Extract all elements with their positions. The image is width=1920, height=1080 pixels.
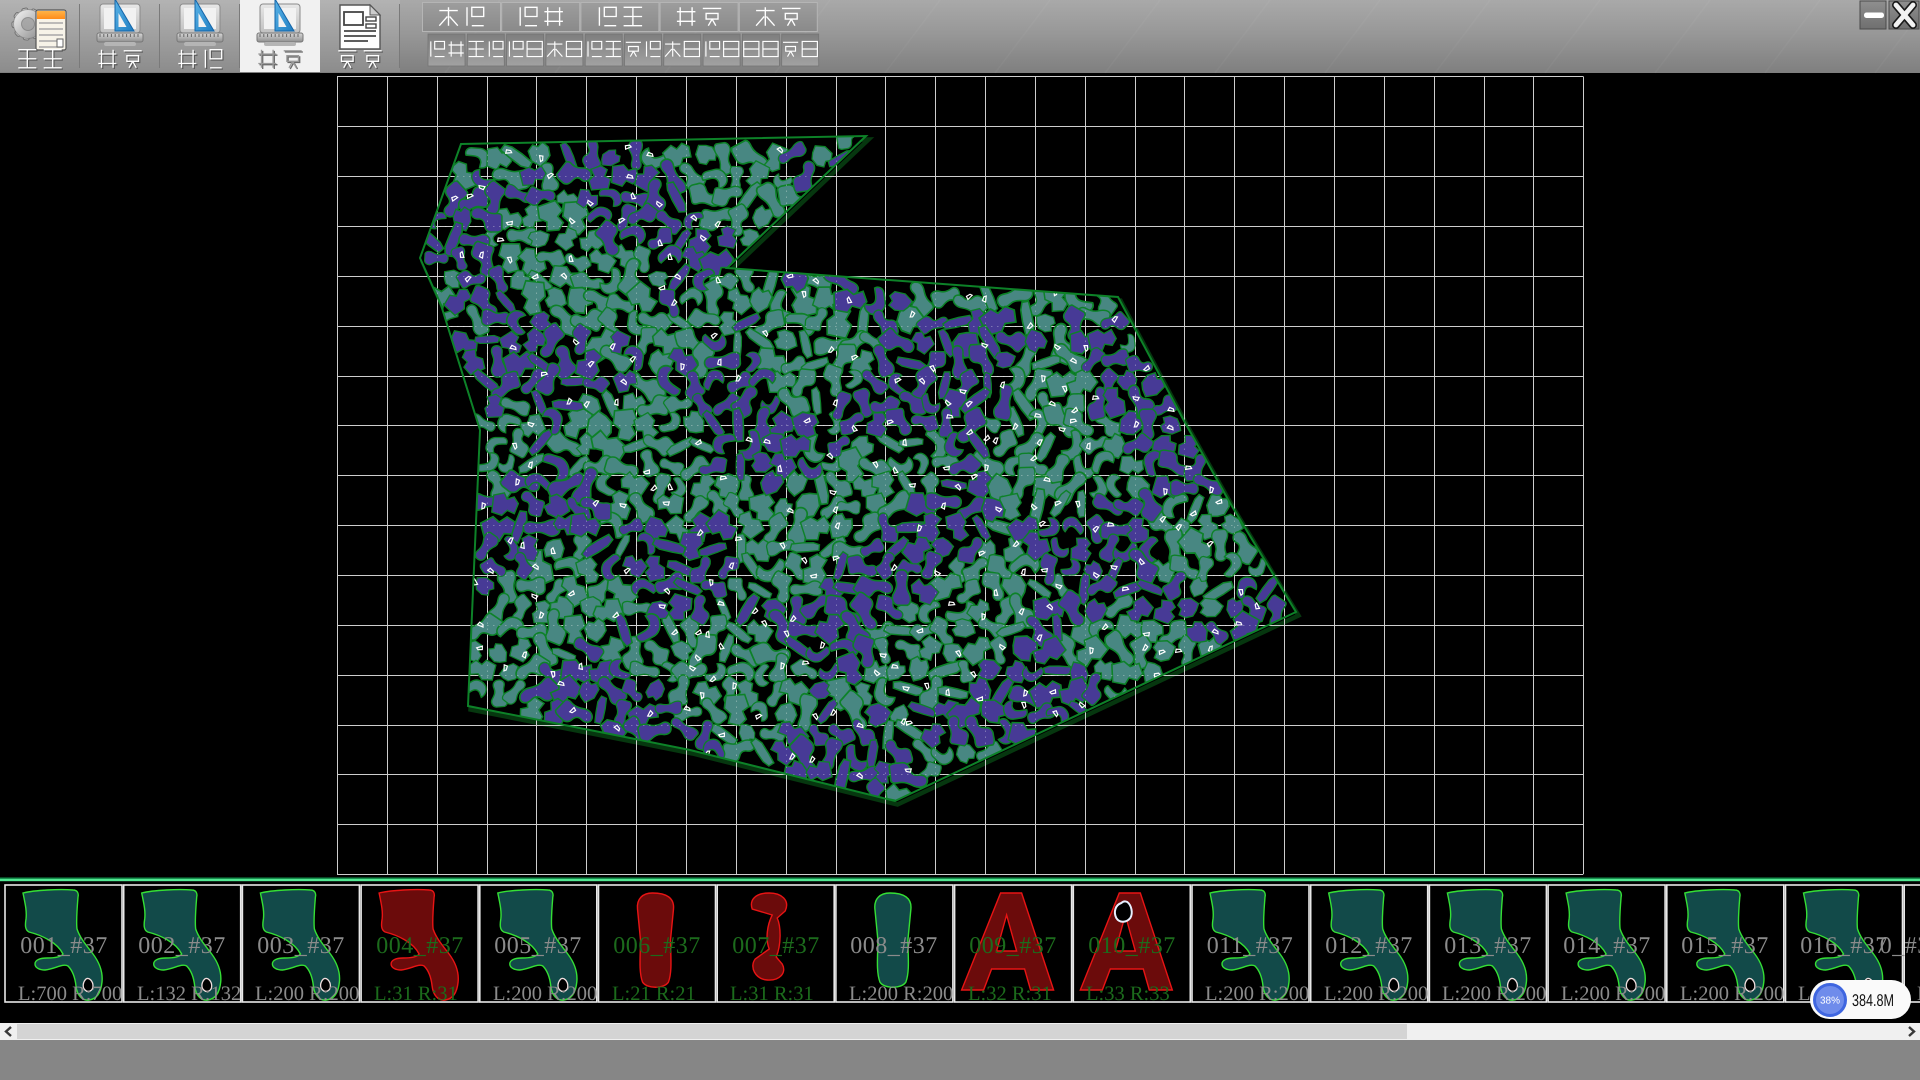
svg-text:007_#37: 007_#37	[732, 933, 820, 959]
svg-text:014_#37: 014_#37	[1563, 933, 1651, 959]
svg-text:L:21 R:21: L:21 R:21	[612, 983, 696, 1005]
svg-text:L:200 R:200: L:200 R:200	[849, 983, 953, 1005]
svg-text:010_#37: 010_#37	[1088, 933, 1176, 959]
svg-text:L:200 R:200: L:200 R:200	[1324, 983, 1428, 1005]
svg-text:008_#37: 008_#37	[850, 933, 938, 959]
svg-text:L:200 R:200: L:200 R:200	[1205, 983, 1309, 1005]
svg-text:L:200 R:200: L:200 R:200	[1561, 983, 1665, 1005]
svg-text:006_#37: 006_#37	[613, 933, 701, 959]
svg-text:L:31 R:31: L:31 R:31	[374, 983, 458, 1005]
svg-text:011_#37: 011_#37	[1207, 933, 1294, 959]
svg-text:003_#37: 003_#37	[257, 933, 345, 959]
svg-text:016_#37: 016_#37	[1800, 933, 1888, 959]
svg-text:009_#37: 009_#37	[969, 933, 1057, 959]
svg-text:012_#37: 012_#37	[1325, 933, 1413, 959]
svg-text:002_#37: 002_#37	[138, 933, 226, 959]
svg-text:L:200 R:200: L:200 R:200	[255, 983, 359, 1005]
svg-text:L:200 R:200: L:200 R:200	[493, 983, 597, 1005]
svg-text:013_#37: 013_#37	[1444, 933, 1532, 959]
svg-text:004_#37: 004_#37	[376, 933, 464, 959]
svg-text:0_#37: 0_#37	[1880, 933, 1920, 959]
svg-text:015_#37: 015_#37	[1681, 933, 1769, 959]
svg-text:L:33 R:33: L:33 R:33	[1086, 983, 1170, 1005]
svg-text:005_#37: 005_#37	[494, 933, 582, 959]
svg-text:L:200 R:200: L:200 R:200	[1442, 983, 1546, 1005]
svg-text:L:700 R:700: L:700 R:700	[18, 983, 122, 1005]
svg-text:L:200 R:200: L:200 R:200	[1680, 983, 1784, 1005]
svg-text:L:132 R:132: L:132 R:132	[137, 983, 241, 1005]
svg-text:L:32 R:31: L:32 R:31	[968, 983, 1052, 1005]
svg-text:384.8M: 384.8M	[1852, 991, 1894, 1010]
svg-text:38%: 38%	[1820, 996, 1840, 1007]
svg-text:001_#37: 001_#37	[20, 933, 108, 959]
svg-text:L:31 R:31: L:31 R:31	[730, 983, 814, 1005]
